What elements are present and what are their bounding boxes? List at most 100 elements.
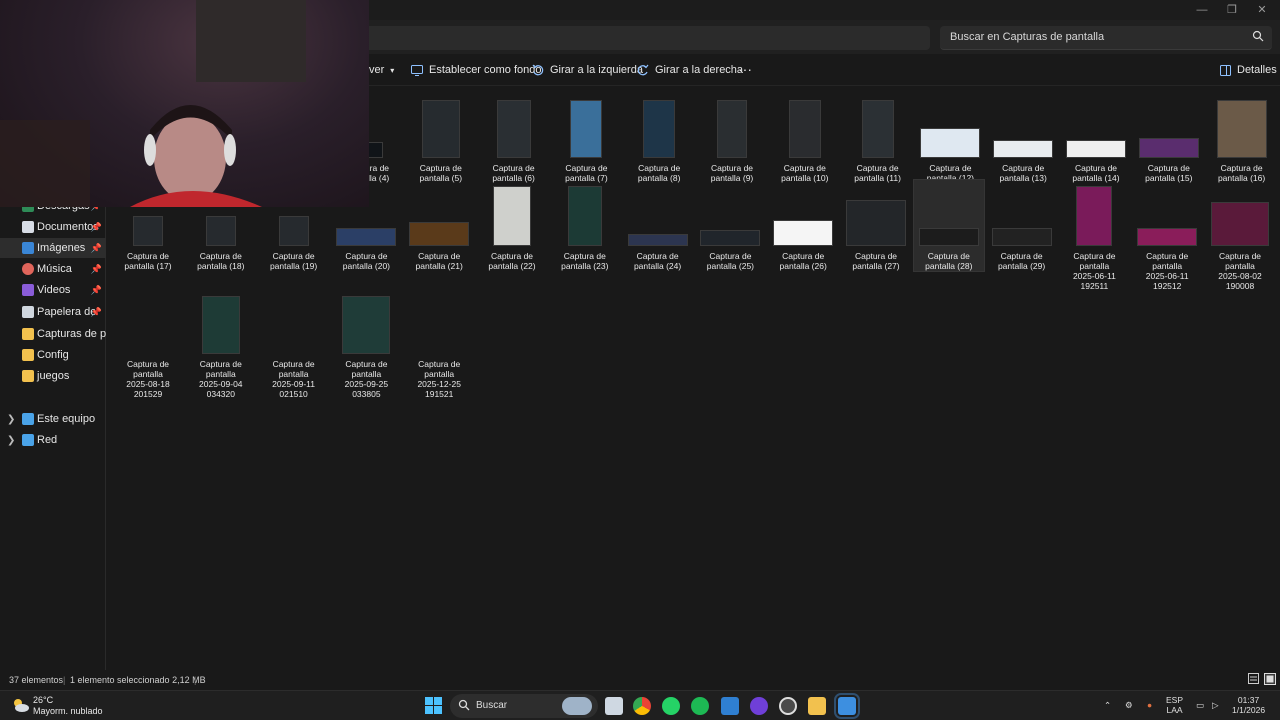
screenshot-preview-image: [773, 220, 834, 246]
file-tile[interactable]: Captura de pantalla 2025-09-11 021510: [259, 288, 329, 399]
file-tile[interactable]: Captura de pantalla (12): [915, 92, 985, 183]
webcam-overlay: [0, 0, 369, 207]
maximize-button[interactable]: ❐: [1220, 2, 1244, 18]
steam-icon[interactable]: [779, 697, 797, 715]
file-tile[interactable]: Captura de pantalla (22): [477, 180, 547, 271]
file-name-line: Captura de: [783, 163, 826, 173]
minimize-button[interactable]: —: [1190, 2, 1214, 18]
rotate-left-button[interactable]: Girar a la izquierda: [532, 64, 643, 76]
file-tile[interactable]: Captura de pantalla (7): [551, 92, 621, 183]
screenshot-preview-image: [920, 128, 981, 158]
taskbar: 26°C Mayorm. nublado Buscar ⌃ ⚙ ● ESP LA…: [0, 690, 1280, 720]
file-tile[interactable]: Captura de pantalla 2025-09-25 033805: [331, 288, 401, 399]
whatsapp-icon[interactable]: [662, 697, 680, 715]
file-tile[interactable]: Captura de pantalla (26): [768, 180, 838, 271]
nav-item-label: Config: [37, 349, 69, 361]
app-icon[interactable]: [750, 697, 768, 715]
file-tile[interactable]: Captura de pantalla 2025-08-18 201529: [113, 288, 183, 399]
file-tile[interactable]: Captura de pantalla (23): [550, 180, 620, 271]
file-tile[interactable]: Captura de pantalla (29): [987, 180, 1057, 271]
taskbar-search[interactable]: Buscar: [450, 694, 598, 718]
close-button[interactable]: ✕: [1250, 2, 1274, 18]
file-name-line: pantalla (23): [561, 261, 609, 271]
large-icons-view-icon[interactable]: [1264, 673, 1276, 687]
weather-widget[interactable]: 26°C Mayorm. nublado: [33, 695, 103, 717]
file-thumbnail: [477, 180, 547, 248]
file-tile[interactable]: Captura de pantalla (8): [624, 92, 694, 183]
file-name-line: Captura de: [490, 251, 534, 261]
file-name-line: Captura de: [565, 163, 608, 173]
nav-item-juegos[interactable]: juegos: [0, 366, 106, 386]
nav-item-musica[interactable]: Música 📌: [0, 259, 106, 279]
store-icon[interactable]: [721, 697, 739, 715]
screenshot-preview-image: [278, 216, 309, 246]
more-options-button[interactable]: ···: [738, 61, 752, 77]
nav-item-papelera[interactable]: Papelera de reciclaje 📌: [0, 302, 106, 322]
file-tile[interactable]: Captura de pantalla (27): [841, 180, 911, 271]
file-tile[interactable]: Captura de pantalla (14): [1061, 92, 1131, 183]
nav-item-config[interactable]: Config: [0, 345, 106, 365]
tray-app-icon[interactable]: ⚙: [1125, 700, 1133, 710]
file-name: Captura de pantalla (18): [186, 251, 256, 271]
nav-item-documentos[interactable]: Documentos 📌: [0, 217, 106, 237]
clock[interactable]: 01:37 1/1/2026: [1232, 695, 1265, 715]
file-name-line: Captura de: [1146, 251, 1189, 261]
network-icon[interactable]: ▭: [1196, 700, 1204, 710]
file-tile[interactable]: Captura de pantalla 2025-09-04 034320: [186, 288, 256, 399]
file-tile[interactable]: Captura de pantalla (24): [623, 180, 693, 271]
file-name: Captura de pantalla (20): [331, 251, 401, 271]
file-tile[interactable]: Captura de pantalla (15): [1134, 92, 1204, 183]
file-tile[interactable]: Captura de pantalla (21): [404, 180, 474, 271]
file-name-line: Captura de: [709, 251, 752, 261]
volume-icon[interactable]: ▷: [1212, 700, 1219, 710]
search-input[interactable]: Buscar en Capturas de pantalla: [940, 26, 1272, 50]
file-tile[interactable]: Captura de pantalla 2025-06-11 192512: [1132, 180, 1202, 291]
file-tile[interactable]: Captura de pantalla (16): [1207, 92, 1277, 183]
file-name-line: pantalla: [1225, 261, 1255, 271]
chrome-icon[interactable]: [633, 697, 651, 715]
file-tile[interactable]: Captura de pantalla (11): [843, 92, 913, 183]
file-explorer-icon[interactable]: [808, 697, 826, 715]
file-name-line: Captura de: [345, 359, 388, 369]
file-tile[interactable]: Captura de pantalla (6): [479, 92, 549, 183]
file-tile[interactable]: Captura de pantalla 2025-06-11 192511: [1059, 180, 1129, 291]
file-name: Captura de pantalla 2025-08-02 190008: [1205, 251, 1275, 291]
file-tile[interactable]: Captura de pantalla (28): [912, 179, 985, 272]
details-button[interactable]: Detalles: [1220, 64, 1277, 76]
file-name: Captura de pantalla 2025-09-04 034320: [186, 359, 256, 399]
rotate-right-button[interactable]: Girar a la derecha: [637, 64, 743, 76]
language-indicator[interactable]: ESP LAA: [1166, 695, 1183, 715]
address-bar[interactable]: [360, 26, 930, 50]
file-tile[interactable]: Captura de pantalla (13): [988, 92, 1058, 183]
spotify-icon[interactable]: [691, 697, 709, 715]
tray-chevron-up-icon[interactable]: ⌃: [1104, 700, 1111, 710]
set-background-button[interactable]: Establecer como fondo: [411, 64, 542, 76]
file-tile[interactable]: Captura de pantalla (5): [406, 92, 476, 183]
file-tile[interactable]: Captura de pantalla (9): [697, 92, 767, 183]
details-view-icon[interactable]: [1248, 673, 1259, 686]
details-pane-icon: [1220, 64, 1231, 76]
file-tile[interactable]: Captura de pantalla 2025-08-02 190008: [1205, 180, 1275, 291]
nav-item-capturas[interactable]: Capturas de pantalla: [0, 324, 106, 344]
file-name-line: Captura de: [1220, 163, 1263, 173]
nav-item-red[interactable]: ❯ Red: [0, 430, 106, 450]
file-name-line: pantalla (21): [415, 261, 463, 271]
start-icon[interactable]: [425, 697, 442, 717]
nav-item-videos[interactable]: Videos 📌: [0, 280, 106, 300]
nav-item-este-equipo[interactable]: ❯ Este equipo: [0, 409, 106, 429]
nav-item-imagenes[interactable]: Imágenes 📌: [0, 238, 106, 258]
task-view-icon[interactable]: [605, 697, 623, 715]
weather-icon[interactable]: [10, 696, 30, 717]
chevron-right-icon[interactable]: ❯: [7, 414, 15, 425]
search-icon[interactable]: [1252, 30, 1264, 45]
search-highlight-icon: [562, 697, 592, 715]
chevron-right-icon[interactable]: ❯: [7, 435, 15, 446]
file-tile[interactable]: Captura de pantalla (10): [770, 92, 840, 183]
view-button[interactable]: ver ▾: [369, 64, 394, 76]
microphone-icon[interactable]: ●: [1147, 700, 1152, 710]
file-name-line: 2025-12-25: [417, 379, 461, 389]
photos-icon[interactable]: [834, 693, 860, 719]
file-tile[interactable]: Captura de pantalla 2025-12-25 191521: [404, 288, 474, 399]
screenshot-preview-image: [1138, 138, 1199, 158]
file-tile[interactable]: Captura de pantalla (25): [695, 180, 765, 271]
